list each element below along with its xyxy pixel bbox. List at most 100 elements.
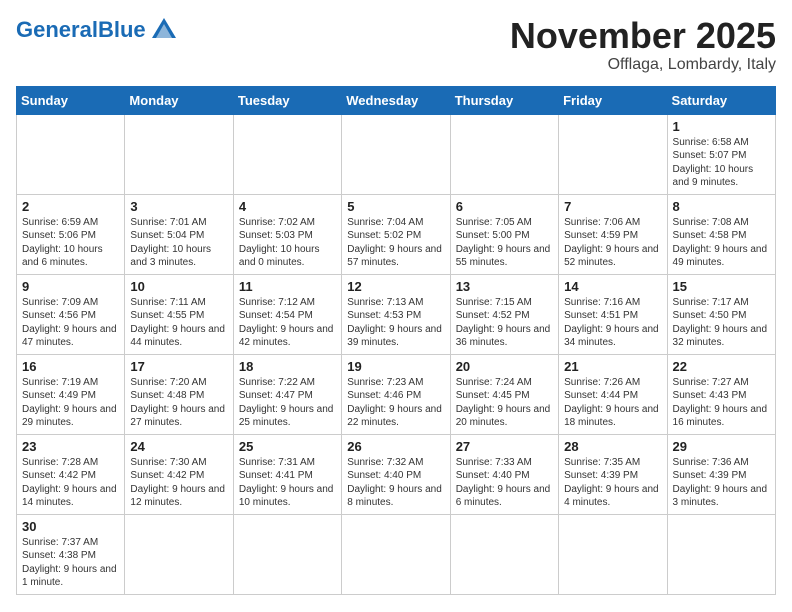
calendar-cell <box>342 114 450 194</box>
day-of-week-header: Saturday <box>667 86 775 114</box>
day-number: 1 <box>673 119 770 134</box>
calendar-body: 1 Sunrise: 6:58 AMSunset: 5:07 PMDaylight… <box>17 114 776 594</box>
day-info: Sunrise: 7:33 AMSunset: 4:40 PMDaylight:… <box>456 456 553 510</box>
day-number: 15 <box>673 279 770 294</box>
month-title: November 2025 <box>510 16 776 56</box>
page-header: GeneralBlue November 2025 Offlaga, Lomba… <box>16 16 776 74</box>
calendar-cell: 9Sunrise: 7:09 AMSunset: 4:56 PMDaylight… <box>17 274 125 354</box>
calendar-cell: 20 Sunrise: 7:24 AMSunset: 4:45 PMDayligh… <box>450 354 558 434</box>
logo: GeneralBlue <box>16 16 178 44</box>
day-info: Sunrise: 7:08 AMSunset: 4:58 PMDaylight:… <box>673 216 770 270</box>
calendar-cell <box>450 514 558 594</box>
calendar-cell: 24Sunrise: 7:30 AMSunset: 4:42 PMDayligh… <box>125 434 233 514</box>
day-info: Sunrise: 6:59 AMSunset: 5:06 PMDaylight:… <box>22 216 119 270</box>
calendar-cell: 21Sunrise: 7:26 AMSunset: 4:44 PMDayligh… <box>559 354 667 434</box>
calendar-cell <box>667 514 775 594</box>
day-number: 27 <box>456 439 553 454</box>
day-info: Sunrise: 7:26 AMSunset: 4:44 PMDaylight:… <box>564 376 661 430</box>
calendar-cell <box>233 514 341 594</box>
calendar-cell: 17Sunrise: 7:20 AMSunset: 4:48 PMDayligh… <box>125 354 233 434</box>
week-row: 9Sunrise: 7:09 AMSunset: 4:56 PMDaylight… <box>17 274 776 354</box>
day-info: Sunrise: 7:36 AMSunset: 4:39 PMDaylight:… <box>673 456 770 510</box>
title-block: November 2025 Offlaga, Lombardy, Italy <box>510 16 776 74</box>
calendar-cell <box>559 114 667 194</box>
calendar-cell: 3 Sunrise: 7:01 AMSunset: 5:04 PMDaylight… <box>125 194 233 274</box>
day-number: 18 <box>239 359 336 374</box>
calendar-cell <box>125 114 233 194</box>
logo-general: General <box>16 17 98 42</box>
day-info: Sunrise: 7:15 AMSunset: 4:52 PMDaylight:… <box>456 296 553 350</box>
calendar-cell: 23Sunrise: 7:28 AMSunset: 4:42 PMDayligh… <box>17 434 125 514</box>
calendar-cell <box>17 114 125 194</box>
calendar-cell: 30Sunrise: 7:37 AMSunset: 4:38 PMDayligh… <box>17 514 125 594</box>
day-number: 4 <box>239 199 336 214</box>
day-of-week-header: Wednesday <box>342 86 450 114</box>
day-info: Sunrise: 7:04 AMSunset: 5:02 PMDaylight:… <box>347 216 444 270</box>
calendar-cell: 18 Sunrise: 7:22 AMSunset: 4:47 PMDayligh… <box>233 354 341 434</box>
day-info: Sunrise: 7:22 AMSunset: 4:47 PMDaylight:… <box>239 376 336 430</box>
calendar-cell <box>559 514 667 594</box>
day-number: 6 <box>456 199 553 214</box>
day-of-week-header: Friday <box>559 86 667 114</box>
day-number: 10 <box>130 279 227 294</box>
calendar-cell: 6Sunrise: 7:05 AMSunset: 5:00 PMDaylight… <box>450 194 558 274</box>
day-info: Sunrise: 6:58 AMSunset: 5:07 PMDaylight:… <box>673 136 770 190</box>
logo-icon: GeneralBlue <box>16 16 178 44</box>
day-info: Sunrise: 7:27 AMSunset: 4:43 PMDaylight:… <box>673 376 770 430</box>
calendar-cell: 4 Sunrise: 7:02 AMSunset: 5:03 PMDaylight… <box>233 194 341 274</box>
day-number: 29 <box>673 439 770 454</box>
week-row: 2 Sunrise: 6:59 AMSunset: 5:06 PMDaylight… <box>17 194 776 274</box>
day-number: 8 <box>673 199 770 214</box>
day-info: Sunrise: 7:06 AMSunset: 4:59 PMDaylight:… <box>564 216 661 270</box>
calendar-cell: 22 Sunrise: 7:27 AMSunset: 4:43 PMDayligh… <box>667 354 775 434</box>
calendar-cell: 11Sunrise: 7:12 AMSunset: 4:54 PMDayligh… <box>233 274 341 354</box>
calendar-cell: 12 Sunrise: 7:13 AMSunset: 4:53 PMDayligh… <box>342 274 450 354</box>
day-number: 28 <box>564 439 661 454</box>
calendar-cell <box>450 114 558 194</box>
day-number: 24 <box>130 439 227 454</box>
day-number: 3 <box>130 199 227 214</box>
calendar-cell: 28 Sunrise: 7:35 AMSunset: 4:39 PMDayligh… <box>559 434 667 514</box>
day-info: Sunrise: 7:35 AMSunset: 4:39 PMDaylight:… <box>564 456 661 510</box>
day-number: 7 <box>564 199 661 214</box>
day-info: Sunrise: 7:01 AMSunset: 5:04 PMDaylight:… <box>130 216 227 270</box>
day-info: Sunrise: 7:13 AMSunset: 4:53 PMDaylight:… <box>347 296 444 350</box>
day-info: Sunrise: 7:32 AMSunset: 4:40 PMDaylight:… <box>347 456 444 510</box>
day-info: Sunrise: 7:24 AMSunset: 4:45 PMDaylight:… <box>456 376 553 430</box>
day-number: 17 <box>130 359 227 374</box>
day-of-week-header: Monday <box>125 86 233 114</box>
day-number: 14 <box>564 279 661 294</box>
day-info: Sunrise: 7:11 AMSunset: 4:55 PMDaylight:… <box>130 296 227 350</box>
day-info: Sunrise: 7:16 AMSunset: 4:51 PMDaylight:… <box>564 296 661 350</box>
day-number: 13 <box>456 279 553 294</box>
calendar-cell: 25Sunrise: 7:31 AMSunset: 4:41 PMDayligh… <box>233 434 341 514</box>
logo-svg-icon <box>150 16 178 44</box>
calendar-cell: 16 Sunrise: 7:19 AMSunset: 4:49 PMDayligh… <box>17 354 125 434</box>
day-number: 23 <box>22 439 119 454</box>
calendar-cell: 15Sunrise: 7:17 AMSunset: 4:50 PMDayligh… <box>667 274 775 354</box>
calendar-header: SundayMondayTuesdayWednesdayThursdayFrid… <box>17 86 776 114</box>
calendar-cell: 13 Sunrise: 7:15 AMSunset: 4:52 PMDayligh… <box>450 274 558 354</box>
day-number: 19 <box>347 359 444 374</box>
calendar-cell: 14 Sunrise: 7:16 AMSunset: 4:51 PMDayligh… <box>559 274 667 354</box>
day-number: 22 <box>673 359 770 374</box>
week-row: 23Sunrise: 7:28 AMSunset: 4:42 PMDayligh… <box>17 434 776 514</box>
day-number: 9 <box>22 279 119 294</box>
day-info: Sunrise: 7:37 AMSunset: 4:38 PMDaylight:… <box>22 536 119 590</box>
calendar-cell: 29 Sunrise: 7:36 AMSunset: 4:39 PMDayligh… <box>667 434 775 514</box>
calendar-table: SundayMondayTuesdayWednesdayThursdayFrid… <box>16 86 776 595</box>
day-number: 20 <box>456 359 553 374</box>
day-number: 2 <box>22 199 119 214</box>
week-row: 1 Sunrise: 6:58 AMSunset: 5:07 PMDaylight… <box>17 114 776 194</box>
day-number: 16 <box>22 359 119 374</box>
day-of-week-header: Thursday <box>450 86 558 114</box>
calendar-cell <box>233 114 341 194</box>
logo-text: GeneralBlue <box>16 19 146 41</box>
day-info: Sunrise: 7:31 AMSunset: 4:41 PMDaylight:… <box>239 456 336 510</box>
day-number: 12 <box>347 279 444 294</box>
day-info: Sunrise: 7:19 AMSunset: 4:49 PMDaylight:… <box>22 376 119 430</box>
day-of-week-header: Sunday <box>17 86 125 114</box>
day-info: Sunrise: 7:02 AMSunset: 5:03 PMDaylight:… <box>239 216 336 270</box>
calendar-cell: 5Sunrise: 7:04 AMSunset: 5:02 PMDaylight… <box>342 194 450 274</box>
location-title: Offlaga, Lombardy, Italy <box>510 56 776 74</box>
